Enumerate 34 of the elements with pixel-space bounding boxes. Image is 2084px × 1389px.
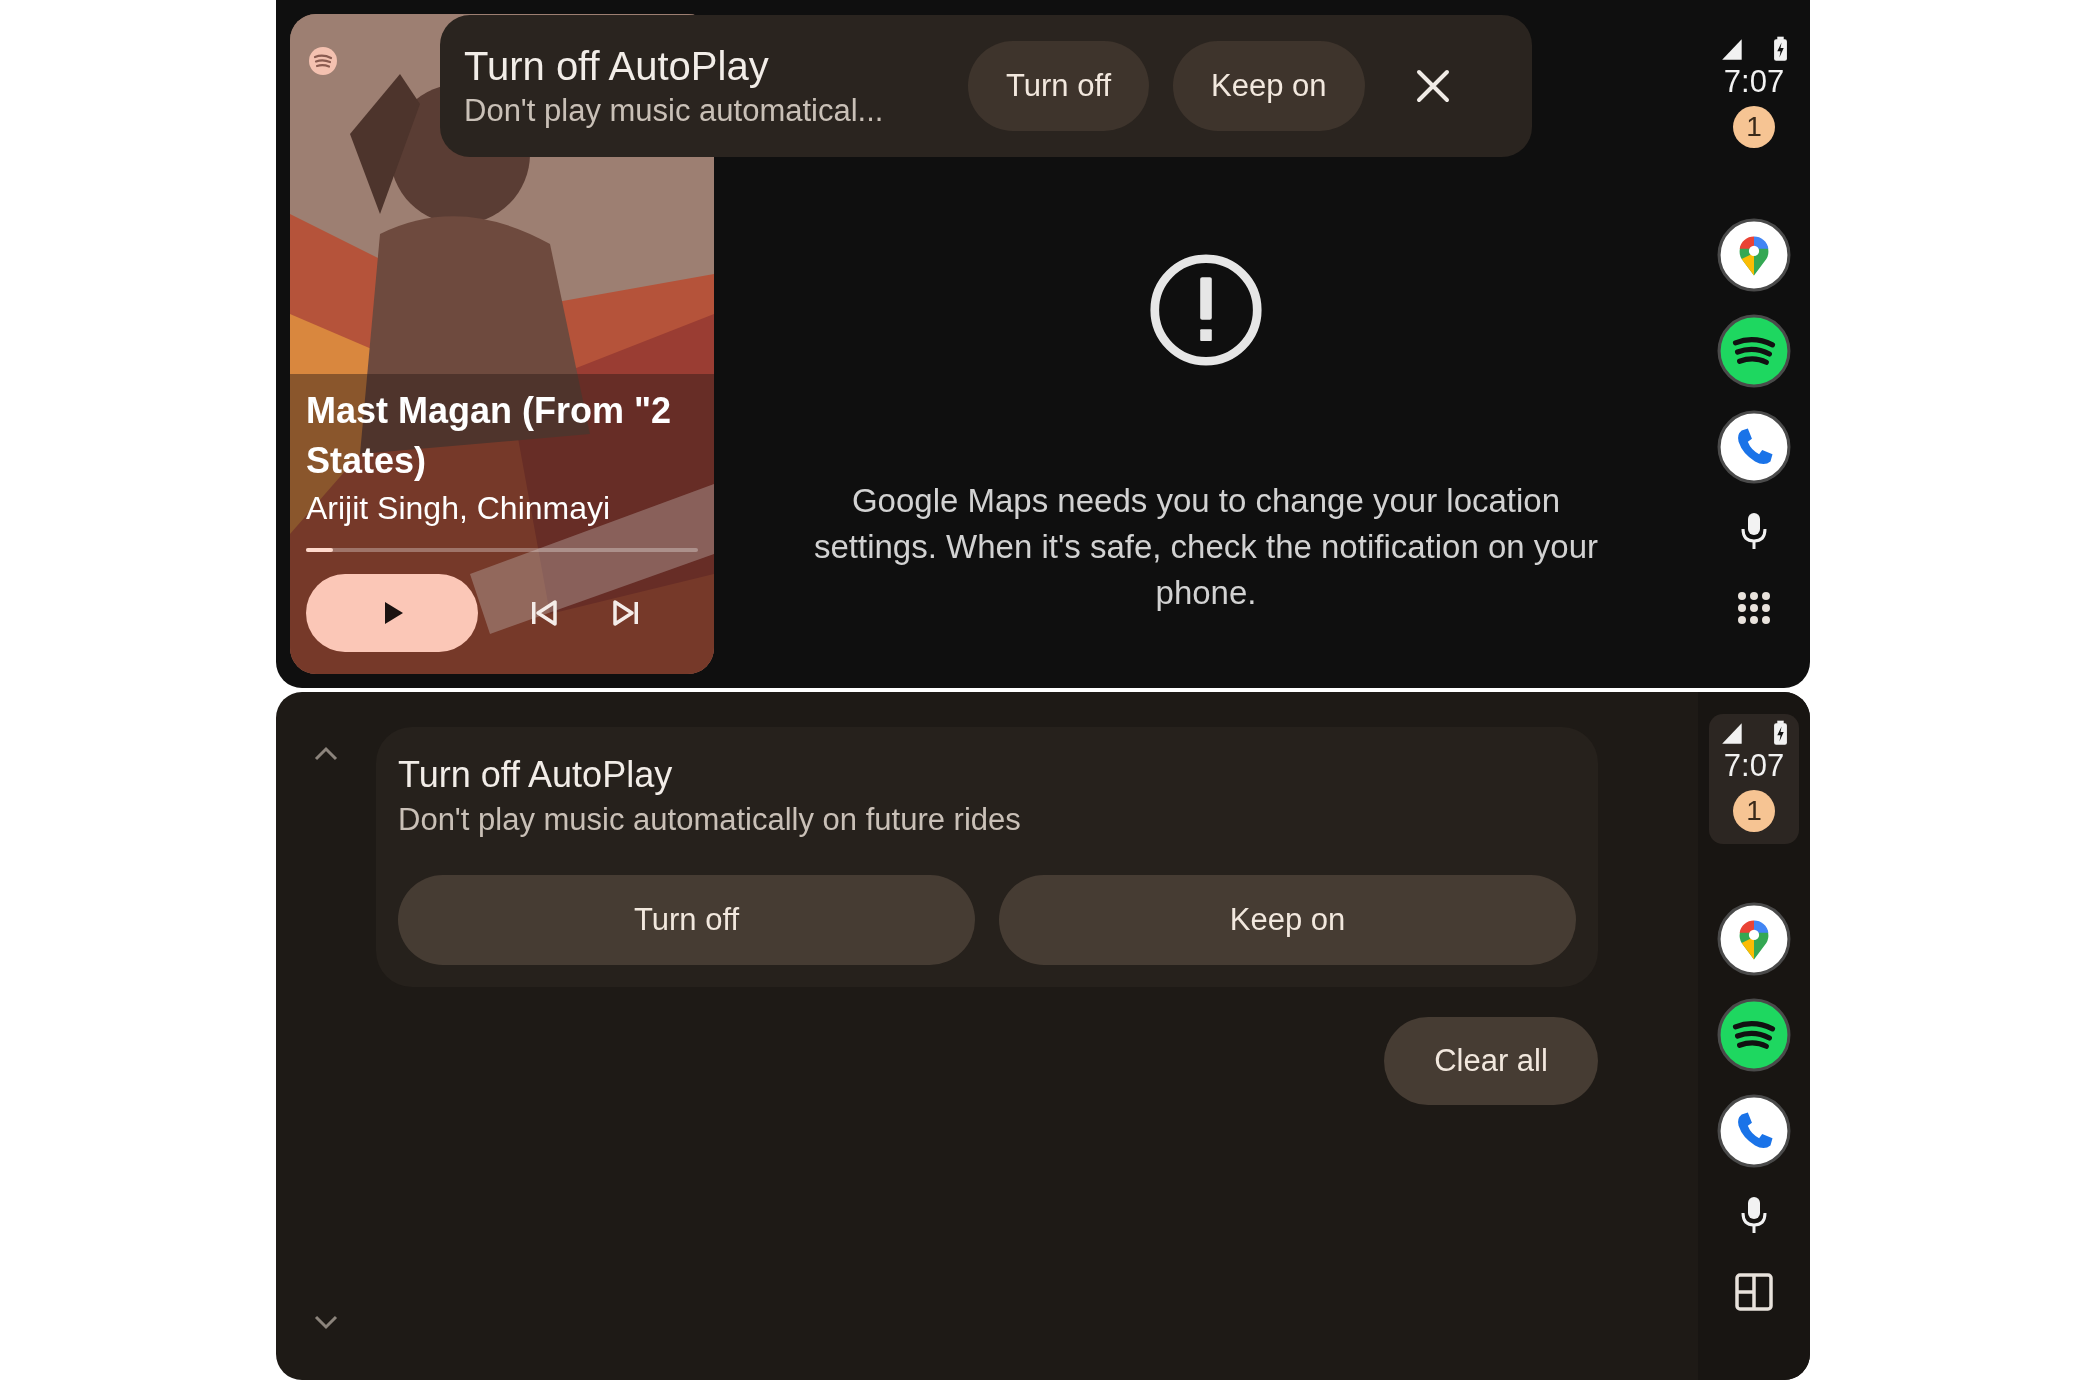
clear-all-button[interactable]: Clear all xyxy=(1384,1017,1598,1105)
status-panel[interactable]: 7:07 1 xyxy=(1709,714,1799,844)
artist-name: Arijit Singh, Chinmayi xyxy=(306,489,612,528)
notification-subtitle: Don't play music automatical... xyxy=(464,92,885,130)
battery-icon xyxy=(1772,36,1788,62)
phone-icon[interactable] xyxy=(1717,1094,1791,1168)
action-button[interactable]: Turn off xyxy=(398,875,975,965)
notification-badge[interactable]: 1 xyxy=(1733,790,1775,832)
play-button[interactable] xyxy=(306,574,478,652)
action-button[interactable]: Keep on xyxy=(1173,41,1365,131)
clock: 7:07 xyxy=(1723,63,1785,101)
notification-title: Turn off AutoPlay xyxy=(464,43,770,90)
split-layout-icon[interactable] xyxy=(1734,1272,1774,1312)
battery-icon xyxy=(1772,720,1788,746)
phone-icon[interactable] xyxy=(1717,410,1791,484)
spotify-icon[interactable] xyxy=(1717,998,1791,1072)
status-panel[interactable]: 7:07 1 xyxy=(1709,30,1799,160)
alert-icon xyxy=(1148,252,1264,368)
notification-badge[interactable]: 1 xyxy=(1733,106,1775,148)
notification-title: Turn off AutoPlay xyxy=(398,753,674,797)
microphone-icon[interactable] xyxy=(1739,510,1769,552)
map-pin-icon[interactable] xyxy=(1717,902,1791,976)
spotify-icon xyxy=(308,46,338,76)
progress-bar[interactable] xyxy=(306,548,698,552)
spotify-icon[interactable] xyxy=(1717,314,1791,388)
notification-subtitle: Don't play music automatically on future rides xyxy=(398,801,1022,839)
song-title: Mast Magan (From "2 States) xyxy=(306,389,673,483)
alert-message: Google Maps needs you to change your location settings. When it's safe, check the notification on your phone. xyxy=(812,481,1599,613)
microphone-icon[interactable] xyxy=(1739,1194,1769,1236)
close-icon[interactable] xyxy=(1414,68,1451,104)
map-pin-icon[interactable] xyxy=(1717,218,1791,292)
action-button[interactable]: Turn off xyxy=(968,41,1150,131)
action-button[interactable]: Keep on xyxy=(999,875,1576,965)
clock: 7:07 xyxy=(1723,747,1785,785)
